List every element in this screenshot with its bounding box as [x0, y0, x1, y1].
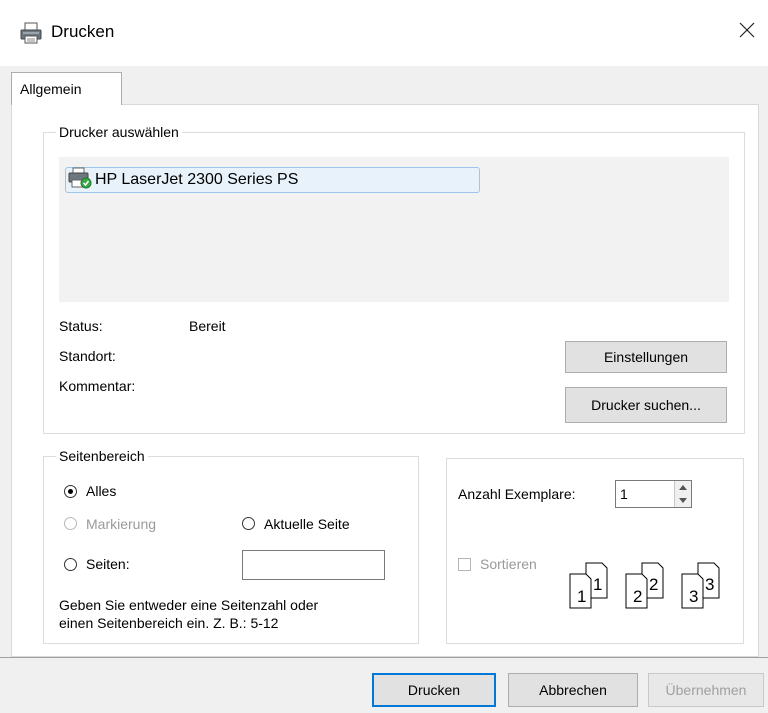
radio-current-page-label[interactable]: Aktuelle Seite — [264, 516, 350, 532]
collate-front-1: 1 — [577, 587, 586, 606]
collate-back-3: 3 — [705, 575, 714, 594]
radio-pages-label[interactable]: Seiten: — [86, 556, 130, 572]
radio-current-page[interactable] — [242, 517, 255, 530]
print-button[interactable]: Drucken — [372, 673, 496, 707]
tab-allgemein[interactable]: Allgemein — [11, 72, 122, 105]
radio-pages[interactable] — [64, 558, 77, 571]
location-label: Standort: — [59, 348, 116, 364]
pages-input[interactable] — [242, 550, 385, 580]
page-range-legend: Seitenbereich — [59, 448, 145, 464]
tab-label: Allgemein — [20, 81, 82, 97]
settings-button[interactable]: Einstellungen — [565, 341, 727, 373]
close-button[interactable] — [726, 14, 768, 50]
collate-front-2: 2 — [633, 587, 642, 606]
radio-selection-label[interactable]: Markierung — [86, 516, 156, 532]
footer-divider — [0, 657, 768, 658]
collate-label[interactable]: Sortieren — [480, 556, 537, 572]
printer-default-icon — [68, 167, 95, 194]
printer-icon — [20, 22, 42, 44]
comment-label: Kommentar: — [59, 378, 136, 394]
printer-group-legend: Drucker auswählen — [59, 124, 179, 140]
collate-front-3: 3 — [689, 587, 698, 606]
title-bar: Drucken — [0, 0, 768, 66]
copies-spin-down[interactable] — [674, 494, 691, 507]
window-title: Drucken — [51, 22, 115, 41]
status-value: Bereit — [189, 318, 226, 334]
status-label: Status: — [59, 318, 103, 334]
copies-value: 1 — [620, 486, 628, 502]
collate-back-1: 1 — [593, 575, 602, 594]
radio-all[interactable] — [64, 485, 77, 498]
copies-spin-up[interactable] — [674, 481, 691, 494]
collate-pages-icon: 1 1 2 2 3 3 — [568, 560, 738, 614]
collate-back-2: 2 — [649, 575, 658, 594]
find-printer-button[interactable]: Drucker suchen... — [565, 387, 727, 423]
printer-item[interactable]: HP LaserJet 2300 Series PS — [65, 167, 480, 193]
copies-label: Anzahl Exemplare: — [458, 486, 576, 502]
radio-selection[interactable] — [64, 517, 77, 530]
apply-button[interactable]: Übernehmen — [648, 673, 764, 707]
printer-list[interactable]: HP LaserJet 2300 Series PS — [59, 157, 729, 302]
collate-checkbox[interactable] — [458, 558, 471, 571]
printer-name: HP LaserJet 2300 Series PS — [95, 171, 299, 188]
cancel-button[interactable]: Abbrechen — [508, 673, 638, 707]
range-hint-line2: einen Seitenbereich ein. Z. B.: 5-12 — [59, 615, 279, 631]
range-hint-line1: Geben Sie entweder eine Seitenzahl oder — [59, 597, 319, 613]
close-icon — [739, 22, 755, 42]
radio-all-label[interactable]: Alles — [86, 483, 116, 499]
copies-input[interactable]: 1 — [615, 480, 692, 508]
